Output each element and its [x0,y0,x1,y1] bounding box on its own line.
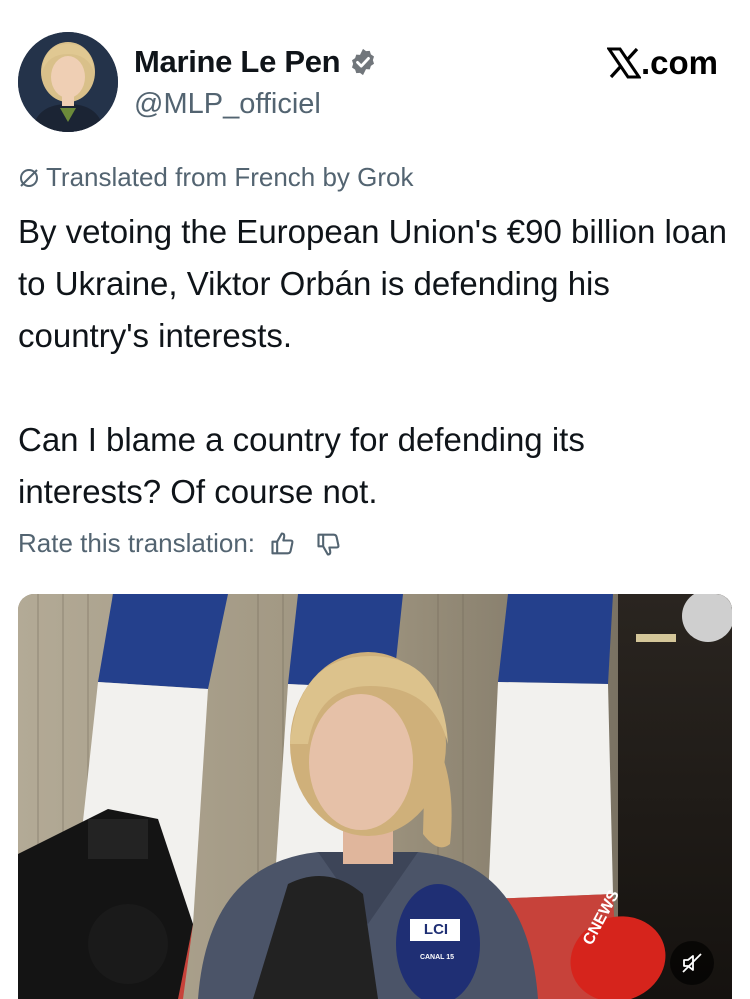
thumbs-down-button[interactable] [315,530,343,558]
lci-mic-label: LCI [423,921,449,938]
author-avatar[interactable] [18,32,118,132]
site-domain: .com [640,44,718,81]
mute-button[interactable] [670,941,714,985]
thumbs-down-icon [317,533,340,556]
verified-badge-icon [352,48,375,76]
author-name[interactable]: Marine Le Pen [134,44,341,80]
rate-translation: Rate this translation: [18,528,343,559]
tweet-media-video[interactable]: LCI CANAL 15 CNEWS [18,594,732,999]
tweet-text: By vetoing the European Union's €90 bill… [18,206,728,518]
author-name-row[interactable]: Marine Le Pen [134,44,378,80]
x-logo-icon [606,47,641,79]
lci-mic-sublabel: CANAL 15 [419,954,455,961]
rate-translation-label: Rate this translation: [18,528,256,558]
thumbs-up-icon [271,531,294,554]
site-branding: .com [606,44,718,82]
video-frame [18,594,732,999]
muted-speaker-icon [682,953,702,973]
grok-icon [20,168,38,187]
author-handle[interactable]: @MLP_officiel [134,88,321,121]
tweet-paragraph-1: By vetoing the European Union's €90 bill… [18,213,727,354]
translation-label: Translated from French by Grok [46,162,414,192]
thumbs-up-button[interactable] [269,530,297,558]
translation-notice: Translated from French by Grok [18,162,414,193]
tweet-paragraph-2: Can I blame a country for defending its … [18,421,585,510]
avatar-image [18,32,118,132]
